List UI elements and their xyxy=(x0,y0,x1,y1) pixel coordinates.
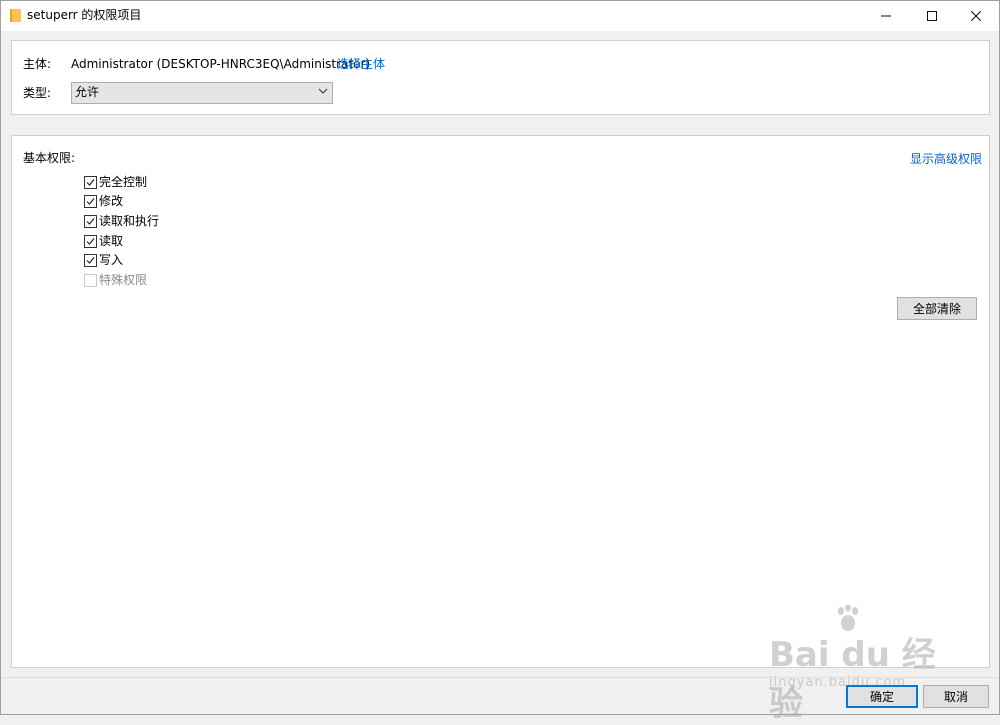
permission-label: 读取 xyxy=(99,234,124,248)
clear-all-button[interactable]: 全部清除 xyxy=(897,297,977,320)
permission-label: 修改 xyxy=(99,194,124,208)
close-icon xyxy=(971,11,981,21)
checkbox-write[interactable] xyxy=(84,254,97,267)
type-label: 类型: xyxy=(23,86,52,100)
minimize-icon xyxy=(881,15,891,17)
principal-value: Administrator (DESKTOP-HNRC3EQ\Administr… xyxy=(71,57,371,71)
principal-label: 主体: xyxy=(23,57,52,71)
window-title: setuperr 的权限项目 xyxy=(27,8,142,22)
show-advanced-permissions-link[interactable]: 显示高级权限 xyxy=(910,152,982,167)
permission-label: 读取和执行 xyxy=(99,214,160,228)
select-principal-link[interactable]: 选择主体 xyxy=(337,57,385,72)
basic-permissions-heading: 基本权限: xyxy=(23,151,76,165)
ok-button[interactable]: 确定 xyxy=(846,685,918,708)
maximize-button[interactable] xyxy=(909,1,955,31)
cancel-button[interactable]: 取消 xyxy=(923,685,989,708)
baidu-watermark: Bai du 经验 jingyan.baidu.com xyxy=(769,605,949,724)
chevron-down-icon xyxy=(318,88,328,94)
checkbox-special xyxy=(84,274,97,287)
type-select[interactable]: 允许 xyxy=(71,82,333,104)
permission-label: 特殊权限 xyxy=(99,273,148,287)
permission-label: 写入 xyxy=(99,253,124,267)
close-button[interactable] xyxy=(953,1,999,31)
checkbox-read-execute[interactable] xyxy=(84,215,97,228)
principal-panel: 主体: Administrator (DESKTOP-HNRC3EQ\Admin… xyxy=(11,40,990,115)
minimize-button[interactable] xyxy=(863,1,909,31)
footer-divider xyxy=(1,677,999,678)
type-select-value: 允许 xyxy=(75,85,100,99)
permissions-panel: 基本权限: 显示高级权限 完全控制 修改 读取和执行 读取 写入 特殊权限 全部… xyxy=(11,135,990,668)
permission-label: 完全控制 xyxy=(99,175,148,189)
checkbox-read[interactable] xyxy=(84,235,97,248)
title-bar[interactable]: setuperr 的权限项目 xyxy=(1,1,999,31)
folder-icon xyxy=(10,9,21,22)
checkbox-full-control[interactable] xyxy=(84,176,97,189)
permission-entry-dialog: setuperr 的权限项目 主体: Administrator (DESKTO… xyxy=(0,0,1000,724)
checkbox-modify[interactable] xyxy=(84,195,97,208)
maximize-icon xyxy=(927,11,937,21)
